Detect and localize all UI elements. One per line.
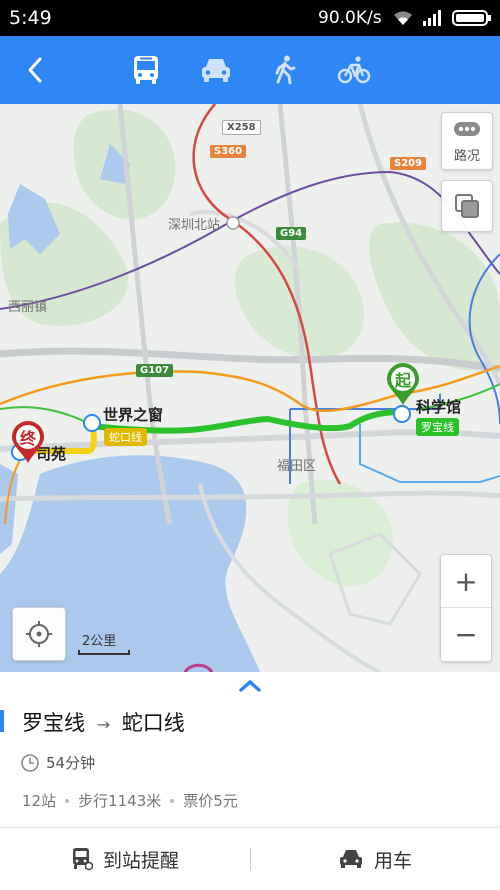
arrival-reminder-label: 到站提醒 (102, 849, 179, 872)
car-icon (339, 850, 362, 868)
layers-icon (455, 194, 479, 218)
separator-dot (65, 798, 70, 803)
map-label-science-museum: 科学馆 (416, 398, 462, 416)
traffic-label: 路况 (453, 149, 480, 164)
hail-car-button[interactable]: 用车 (250, 828, 500, 890)
road-shield-s360: S360 (210, 145, 247, 158)
layers-button[interactable] (441, 180, 493, 232)
route-meta: 12站 步行1143米 票价5元 (22, 790, 238, 811)
road-shield-g107: G107 (136, 364, 174, 377)
walk-icon (275, 55, 296, 85)
locate-button[interactable] (12, 607, 66, 661)
status-bar: 5:49 90.0K/s (0, 0, 500, 36)
stops-count: 12站 (22, 792, 57, 810)
bus-icon (134, 56, 158, 84)
fare-text: 票价5元 (183, 792, 238, 810)
map-label-futian: 福田区 (277, 459, 317, 474)
traffic-button[interactable]: 路况 (441, 112, 493, 170)
line-badge-luobao: 罗宝线 (416, 418, 459, 436)
scale-label: 2公里 (82, 634, 117, 649)
separator-dot (170, 798, 175, 803)
route-title: 罗宝线 → 蛇口线 (22, 707, 185, 737)
back-button[interactable] (5, 36, 65, 104)
road-shield-g94: G94 (276, 227, 307, 240)
chevron-up-icon (239, 680, 261, 692)
bus-reminder-icon (72, 848, 93, 871)
route-duration: 54分钟 (20, 752, 95, 773)
wifi-icon (392, 9, 414, 32)
map-canvas (0, 104, 500, 672)
tab-bike[interactable] (324, 36, 384, 104)
bottom-action-bar: 到站提醒 用车 (0, 827, 500, 890)
line-badge-shekou: 蛇口线 (104, 428, 147, 446)
start-marker-label: 起 (394, 371, 411, 390)
map-view[interactable]: 深圳北站 西丽镇 福田区 世界之窗 科学馆 司苑 X258 S360 S209 … (0, 104, 500, 672)
tab-walk[interactable] (255, 36, 315, 104)
battery-icon (452, 9, 492, 32)
arrival-reminder-button[interactable]: 到站提醒 (0, 828, 250, 890)
route-from-line: 罗宝线 (22, 711, 85, 735)
hail-car-label: 用车 (373, 849, 412, 872)
road-shield-s209: S209 (390, 157, 427, 170)
road-shield-x258: X258 (222, 120, 261, 135)
tab-bus[interactable] (116, 36, 176, 104)
tab-car[interactable] (186, 36, 246, 104)
end-marker-label: 终 (19, 429, 36, 448)
traffic-icon (454, 122, 480, 136)
clock-icon (21, 753, 39, 772)
map-label-window-of-world: 世界之窗 (103, 406, 164, 424)
signal-icon (422, 9, 444, 32)
duration-text: 54分钟 (46, 754, 96, 772)
walk-distance: 步行1143米 (78, 792, 162, 810)
chevron-left-icon (28, 57, 42, 83)
map-label-shenzhen-north: 深圳北站 (168, 218, 221, 233)
bike-icon (337, 56, 371, 84)
expand-handle[interactable] (236, 676, 264, 696)
start-marker[interactable]: 起 (385, 362, 421, 406)
locate-icon (26, 621, 52, 647)
route-accent-bar (0, 710, 4, 732)
network-speed: 90.0K/s (318, 8, 382, 28)
zoom-controls: + − (440, 554, 492, 662)
status-time: 5:49 (9, 7, 52, 29)
end-marker[interactable]: 终 (10, 420, 46, 464)
zoom-in-button[interactable]: + (441, 555, 491, 608)
car-icon (202, 59, 230, 82)
map-label-xili: 西丽镇 (8, 300, 48, 315)
transport-mode-bar (0, 36, 500, 104)
route-to-line: 蛇口线 (121, 711, 185, 735)
route-arrow: → (96, 715, 111, 734)
zoom-out-button[interactable]: − (441, 608, 491, 660)
map-scale: 2公里 (78, 630, 130, 658)
